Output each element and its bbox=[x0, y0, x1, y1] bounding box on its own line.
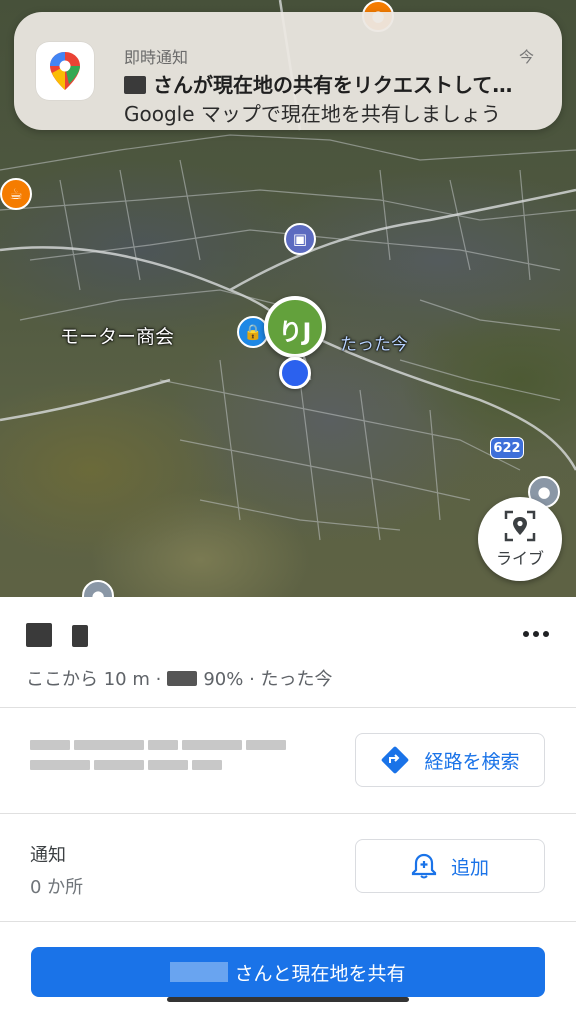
battery-level: 90% bbox=[203, 669, 244, 690]
location-request-notification[interactable]: 即時通知 今 さんが現在地の共有をリクエストして… Google マップで現在地… bbox=[14, 12, 562, 130]
divider bbox=[0, 921, 576, 922]
map-label-updated: たった今 bbox=[340, 335, 408, 355]
cafe-icon[interactable]: ☕ bbox=[0, 178, 32, 210]
directions-button[interactable]: 経路を検索 bbox=[355, 733, 545, 787]
more-dot-icon bbox=[533, 631, 539, 637]
transit-icon[interactable]: ▣ bbox=[284, 223, 316, 255]
shared-user-marker[interactable]: りJ bbox=[264, 296, 326, 358]
add-label: 追加 bbox=[450, 856, 489, 879]
notification-title: さんが現在地の共有をリクエストして… bbox=[124, 69, 544, 98]
person-name bbox=[26, 623, 88, 651]
redacted-name bbox=[71, 625, 88, 647]
redacted-name bbox=[170, 962, 229, 982]
more-dot-icon bbox=[523, 631, 529, 637]
add-alert-bell-icon bbox=[411, 853, 437, 879]
directions-icon bbox=[382, 746, 409, 774]
divider bbox=[0, 813, 576, 814]
distance-text: ここから 10 m · bbox=[26, 669, 162, 690]
avatar: りJ bbox=[278, 318, 312, 346]
live-view-button[interactable]: ライブ bbox=[478, 497, 562, 581]
notification-time: 今 bbox=[518, 48, 534, 66]
location-status: ここから 10 m · 90% · たった今 bbox=[26, 665, 333, 691]
notification-body: Google マップで現在地を共有しましょう bbox=[124, 102, 501, 126]
map-label-business: モーター商会 bbox=[60, 326, 175, 348]
more-dot-icon bbox=[543, 631, 549, 637]
live-view-location-icon bbox=[504, 510, 536, 542]
more-options-button[interactable] bbox=[516, 619, 556, 649]
notifications-count: 0 か所 bbox=[30, 877, 84, 898]
redacted-name bbox=[26, 623, 52, 647]
directions-label: 経路を検索 bbox=[424, 750, 520, 773]
map-view[interactable]: モーター商会 たった今 ☕ ▣ 🔒 ● ● ● 622 りJ ライブ 即時通知 … bbox=[0, 0, 576, 598]
redacted-name bbox=[124, 76, 146, 94]
live-view-label: ライブ bbox=[495, 549, 544, 568]
share-location-button[interactable]: さんと現在地を共有 bbox=[31, 947, 545, 997]
share-location-label: さんと現在地を共有 bbox=[234, 962, 406, 985]
add-notification-button[interactable]: 追加 bbox=[355, 839, 545, 893]
person-location-sheet: ここから 10 m · 90% · たった今 経路を検索 通知 0 か所 追加 さ… bbox=[0, 597, 576, 1024]
address-text bbox=[30, 737, 300, 785]
updated-text: · たった今 bbox=[249, 669, 333, 690]
home-indicator[interactable] bbox=[167, 997, 409, 1002]
notification-app-name: 即時通知 bbox=[124, 48, 189, 67]
divider bbox=[0, 707, 576, 708]
google-maps-icon bbox=[36, 42, 94, 100]
route-number-badge: 622 bbox=[490, 437, 524, 459]
notifications-label: 通知 bbox=[30, 845, 66, 866]
notification-title-text: さんが現在地の共有をリクエストして… bbox=[152, 73, 513, 97]
my-location-dot bbox=[279, 357, 311, 389]
battery-icon bbox=[167, 671, 198, 686]
